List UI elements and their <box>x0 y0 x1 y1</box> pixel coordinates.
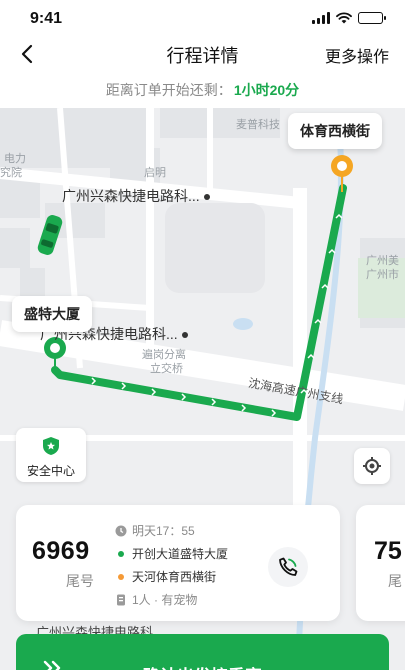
battery-icon <box>358 12 386 24</box>
confirm-depart-button[interactable]: 确认出发接乘客 <box>16 634 389 670</box>
map-label: 究院 <box>0 167 22 179</box>
next-plate-label: 尾 <box>388 573 402 589</box>
end-marker[interactable] <box>331 155 353 192</box>
status-time: 9:41 <box>30 10 63 27</box>
order-meta-row: 1人 · 有宠物 <box>114 588 228 611</box>
clock-icon <box>115 525 127 536</box>
countdown-prefix: 距离订单开始还剩： <box>105 82 232 98</box>
locate-button[interactable] <box>354 448 390 484</box>
order-meta: 1人 · 有宠物 <box>132 593 198 607</box>
order-card[interactable]: 6969 尾号 明天17：55 开创大道盛特大厦 天河体育西横街 1人 · 有宠… <box>16 505 340 621</box>
next-plate-number: 75 <box>374 537 402 565</box>
status-bar: 9:41 <box>0 0 405 36</box>
safety-center-label: 安全中心 <box>26 464 75 478</box>
order-to-row: 天河体育西横街 <box>114 565 228 588</box>
order-time: 明天17：55 <box>132 524 195 538</box>
cellular-signal-icon <box>312 12 330 24</box>
order-from-row: 开创大道盛特大厦 <box>114 542 228 565</box>
confirm-depart-label: 确认出发接乘客 <box>16 662 389 670</box>
plate-number: 6969 <box>32 537 90 565</box>
end-callout[interactable]: 体育西横街 <box>288 113 382 149</box>
map-label: 立交桥 <box>150 363 183 375</box>
dropoff-dot-icon <box>118 573 124 580</box>
map-label: 启明 <box>144 167 166 179</box>
more-actions-button[interactable]: 更多操作 <box>325 43 389 67</box>
trip-detail-screen: 9:41 行程详情 更多操作 距离订单开始还剩： 1小时20分 麦普科技 电力 … <box>0 0 405 670</box>
plate-label: 尾号 <box>66 573 94 589</box>
shield-star-icon <box>43 437 59 455</box>
nav-bar: 行程详情 更多操作 <box>0 36 405 72</box>
status-icons <box>312 12 386 24</box>
map-label: 广州市 <box>366 269 399 281</box>
safety-center-button[interactable]: 安全中心 <box>16 428 86 482</box>
next-order-card[interactable]: 75 尾 <box>356 505 405 621</box>
call-passenger-button[interactable] <box>268 547 308 587</box>
map-label: 麦普科技 <box>236 119 280 131</box>
seat-icon <box>117 594 125 605</box>
start-callout[interactable]: 盛特大厦 <box>12 296 92 332</box>
order-info: 明天17：55 开创大道盛特大厦 天河体育西横街 1人 · 有宠物 <box>114 519 228 611</box>
countdown-value: 1小时20分 <box>233 82 300 98</box>
poi-label-top[interactable]: 广州兴森快捷电路科... <box>62 186 210 206</box>
wifi-icon <box>336 12 352 24</box>
order-from: 开创大道盛特大厦 <box>132 547 229 561</box>
pickup-dot-icon <box>118 550 124 557</box>
order-time-row: 明天17：55 <box>114 519 228 542</box>
crosshair-icon <box>363 457 381 475</box>
countdown-banner: 距离订单开始还剩： 1小时20分 <box>0 72 405 108</box>
order-to: 天河体育西横街 <box>132 570 217 584</box>
phone-icon <box>279 557 298 576</box>
